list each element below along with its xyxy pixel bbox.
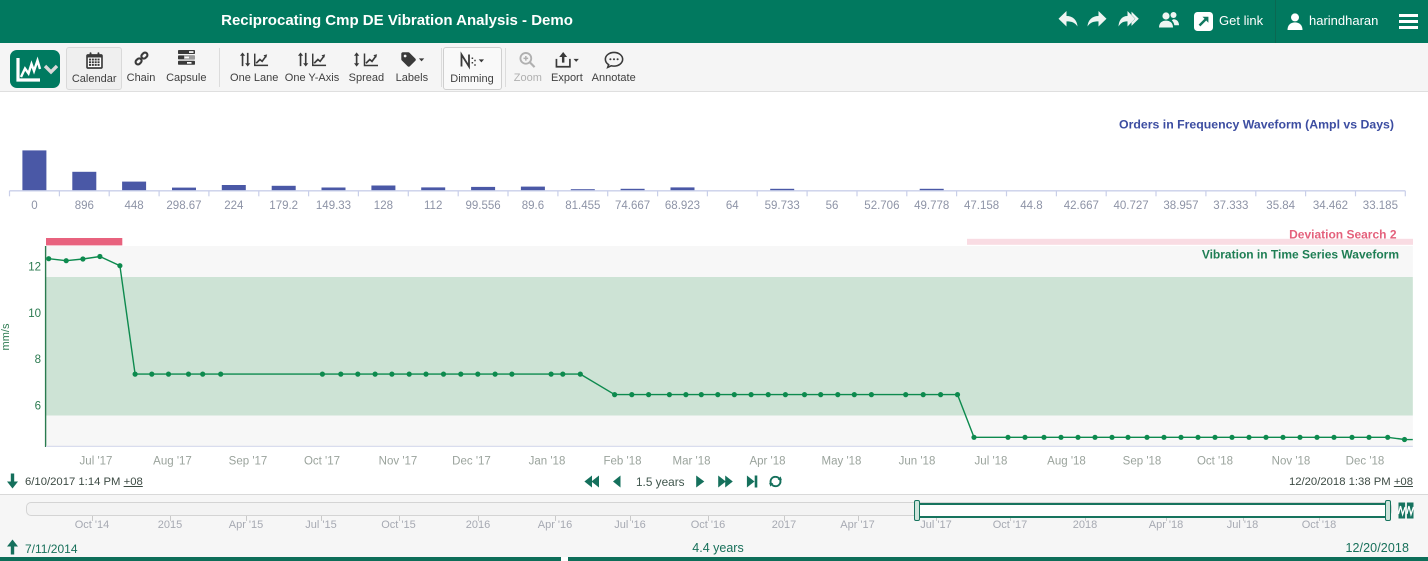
svg-text:Oct '17: Oct '17 (304, 456, 340, 468)
svg-text:Jan '18: Jan '18 (529, 456, 566, 468)
svg-text:10: 10 (28, 308, 41, 320)
svg-text:128: 128 (374, 200, 393, 212)
svg-text:896: 896 (75, 200, 94, 212)
svg-text:Jul '17: Jul '17 (80, 456, 113, 468)
svg-text:33.185: 33.185 (1363, 200, 1398, 212)
svg-text:74.667: 74.667 (615, 200, 650, 212)
svg-text:81.455: 81.455 (565, 200, 600, 212)
svg-text:May '18: May '18 (822, 456, 862, 468)
svg-text:47.158: 47.158 (964, 200, 999, 212)
svg-text:59.733: 59.733 (765, 200, 800, 212)
svg-text:42.667: 42.667 (1064, 200, 1099, 212)
svg-text:49.778: 49.778 (914, 200, 949, 212)
svg-text:Jul '18: Jul '18 (975, 456, 1008, 468)
svg-text:Apr '18: Apr '18 (749, 456, 785, 468)
svg-text:Sep '17: Sep '17 (229, 456, 268, 468)
svg-text:Nov '17: Nov '17 (379, 456, 418, 468)
svg-text:0: 0 (31, 200, 37, 212)
svg-text:Vibration in Time Series Wavef: Vibration in Time Series Waveform (1202, 248, 1399, 262)
svg-text:64: 64 (726, 200, 739, 212)
svg-text:34.462: 34.462 (1313, 200, 1348, 212)
svg-text:8: 8 (35, 354, 41, 366)
svg-text:Nov '18: Nov '18 (1272, 456, 1311, 468)
svg-text:99.556: 99.556 (466, 200, 501, 212)
svg-text:Aug '17: Aug '17 (153, 456, 192, 468)
svg-text:Deviation Search 2: Deviation Search 2 (1289, 228, 1397, 242)
svg-text:Orders in Frequency Waveform (: Orders in Frequency Waveform (Ampl vs Da… (1119, 118, 1394, 132)
svg-text:44.8: 44.8 (1020, 200, 1042, 212)
svg-text:Aug '18: Aug '18 (1047, 456, 1086, 468)
svg-text:12: 12 (28, 262, 41, 274)
svg-text:179.2: 179.2 (269, 200, 298, 212)
svg-text:Mar '18: Mar '18 (673, 456, 711, 468)
svg-text:37.333: 37.333 (1213, 200, 1248, 212)
svg-text:56: 56 (826, 200, 839, 212)
svg-text:Dec '17: Dec '17 (452, 456, 491, 468)
svg-text:224: 224 (224, 200, 244, 212)
svg-text:Feb '18: Feb '18 (604, 456, 642, 468)
svg-text:38.957: 38.957 (1163, 200, 1198, 212)
svg-text:448: 448 (125, 200, 144, 212)
svg-text:89.6: 89.6 (522, 200, 544, 212)
svg-text:Sep '18: Sep '18 (1123, 456, 1162, 468)
svg-text:35.84: 35.84 (1266, 200, 1295, 212)
svg-text:mm/s: mm/s (0, 323, 12, 350)
svg-text:149.33: 149.33 (316, 200, 351, 212)
svg-text:Dec '18: Dec '18 (1346, 456, 1385, 468)
svg-text:Jun '18: Jun '18 (899, 456, 936, 468)
svg-text:40.727: 40.727 (1114, 200, 1149, 212)
svg-text:52.706: 52.706 (864, 200, 899, 212)
svg-text:112: 112 (424, 200, 442, 212)
svg-text:68.923: 68.923 (665, 200, 700, 212)
svg-text:Oct '18: Oct '18 (1197, 456, 1233, 468)
svg-text:6: 6 (35, 400, 41, 412)
svg-text:298.67: 298.67 (166, 200, 201, 212)
